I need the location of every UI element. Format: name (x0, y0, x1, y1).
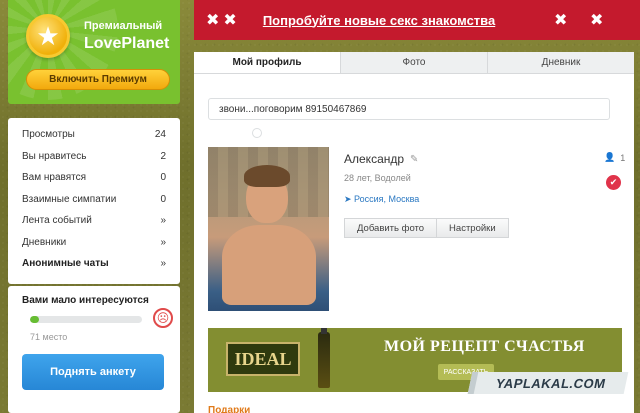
pencil-edit-icon[interactable]: ✎ (410, 154, 418, 165)
profile-tabs: Мой профиль Фото Дневник (194, 52, 634, 74)
add-photo-button[interactable]: Добавить фото (344, 218, 438, 238)
tab-photo[interactable]: Фото (341, 52, 488, 73)
photo-figure-body (222, 225, 316, 305)
profile-location[interactable]: ➤ Россия, Москва (344, 194, 419, 205)
viewers-count: 1 (620, 152, 626, 163)
profile-name: Александр (344, 152, 405, 166)
profile-actions: Добавить фото Настройки (344, 218, 509, 238)
verified-check-icon: ✔ (606, 175, 621, 190)
interest-widget: Вами мало интересуются ☹ 71 место Поднят… (8, 286, 180, 413)
top-ad-banner[interactable]: ✖ ✖ Попробуйте новые секс знакомства ✖ ✖ (194, 0, 640, 40)
interest-progress-bar (30, 316, 142, 323)
rank-text: 71 место (30, 332, 68, 342)
sidebar-item-label: Анонимные чаты (22, 258, 109, 270)
banner-link[interactable]: Попробуйте новые секс знакомства (263, 13, 495, 28)
couple-pictogram-icon: ✖ (590, 12, 604, 29)
premium-title: Премиальный (84, 20, 163, 32)
sidebar-item-count: 24 (154, 129, 166, 141)
status-pointer (252, 128, 262, 138)
profile-photo[interactable] (208, 147, 329, 311)
sidebar-item-views[interactable]: Просмотры 24 (22, 124, 166, 146)
sidebar-item-diaries[interactable]: Дневники » (22, 232, 166, 254)
chevron-right-icon: » (160, 258, 166, 270)
oil-bottle-image (318, 328, 330, 388)
sidebar-item-label: Вам нравятся (22, 172, 87, 184)
couple-pictogram-icon: ✖ (223, 12, 237, 29)
settings-button[interactable]: Настройки (437, 218, 509, 238)
sidebar-item-label: Дневники (22, 236, 67, 248)
tab-my-profile[interactable]: Мой профиль (194, 52, 341, 73)
location-arrow-icon: ➤ (344, 194, 355, 204)
enable-premium-button[interactable]: Включить Премиум (26, 69, 170, 90)
person-icon: 👤 (604, 152, 616, 162)
profile-age-sign: 28 лет, Водолей (344, 173, 411, 183)
interest-title: Вами мало интересуются (22, 295, 149, 306)
sidebar-item-label: Просмотры (22, 129, 75, 141)
sidebar-item-label: Взаимные симпатии (22, 193, 117, 205)
sidebar-item-you-like[interactable]: Вам нравятся 0 (22, 167, 166, 189)
status-message[interactable]: звони...поговорим 89150467869 (208, 98, 610, 120)
ad-logo: IDEAL (226, 342, 300, 376)
interest-progress-fill (30, 316, 39, 323)
sidebar-item-mutual[interactable]: Взаимные симпатии 0 (22, 189, 166, 211)
sidebar-item-events[interactable]: Лента событий » (22, 210, 166, 232)
raise-profile-button[interactable]: Поднять анкету (22, 354, 164, 390)
couple-pictogram-icon: ✖ (554, 12, 568, 29)
viewers-counter[interactable]: 👤 1 (604, 152, 625, 163)
ad-slogan: МОЙ РЕЦЕПТ СЧАСТЬЯ (384, 338, 585, 355)
sad-face-icon: ☹ (153, 308, 173, 328)
gifts-heading[interactable]: Подарки (208, 405, 250, 413)
sidebar-item-anonymous-chats[interactable]: Анонимные чаты » (22, 253, 166, 275)
sidebar-item-count: 0 (160, 193, 166, 205)
tab-diary[interactable]: Дневник (488, 52, 634, 73)
profile-panel: звони...поговорим 89150467869 Александр … (194, 74, 634, 413)
premium-promo-card: ★ Премиальный LovePlanet Включить Премиу… (8, 0, 180, 104)
profile-name-row: Александр ✎ (344, 152, 418, 166)
sidebar-item-count: 0 (160, 172, 166, 184)
couple-pictogram-icon: ✖ (206, 12, 220, 29)
chevron-right-icon: » (160, 236, 166, 248)
star-icon: ★ (26, 14, 70, 58)
sidebar-item-you-are-liked[interactable]: Вы нравитесь 2 (22, 146, 166, 168)
brand-logo-text: LovePlanet (84, 35, 170, 52)
photo-figure-hair (244, 165, 290, 187)
sidebar-item-label: Вы нравитесь (22, 150, 87, 162)
sidebar-item-count: 2 (160, 150, 166, 162)
watermark: YAPLAKAL.COM (467, 372, 629, 394)
sidebar-item-label: Лента событий (22, 215, 92, 227)
location-text: Россия, Москва (354, 194, 420, 204)
chevron-right-icon: » (160, 215, 166, 227)
sidebar-menu: Просмотры 24 Вы нравитесь 2 Вам нравятся… (8, 118, 180, 284)
